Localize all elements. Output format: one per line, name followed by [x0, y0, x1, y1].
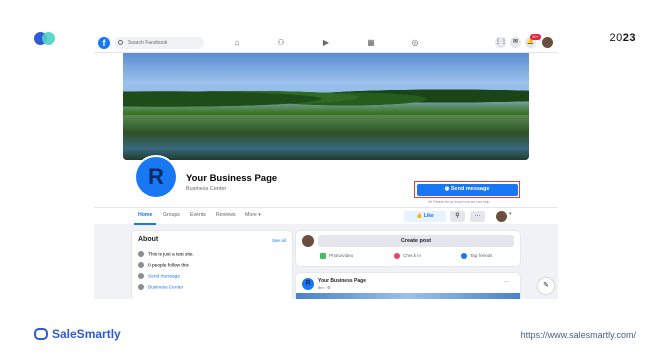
category-icon [138, 284, 144, 290]
active-tab-underline [134, 223, 156, 225]
about-row-text: 0 people follow this [148, 263, 189, 269]
chevron-down-icon[interactable]: ▾ [509, 211, 512, 217]
option-label: Check in [403, 253, 421, 259]
brand-url[interactable]: https://www.salesmartly.com/ [521, 330, 636, 340]
search-page-button[interactable]: ⚲ [450, 211, 465, 222]
home-icon[interactable]: ⌂ [232, 38, 242, 48]
facebook-top-bar: f Search Facebook ⌂ ⚇ ▶ ▦ ◎ ⋮⋮ ✉ 🔔 20+ [94, 33, 558, 53]
about-row-description: This is just a test site. [138, 251, 288, 260]
like-label: Like [423, 213, 434, 219]
acting-as-avatar[interactable] [496, 211, 507, 222]
page-tabs: Home Groups Events Reviews More ▾ 👍 Like… [94, 207, 558, 225]
profile-letter: R [136, 157, 176, 197]
post-more-icon[interactable]: ··· [504, 279, 510, 285]
about-row-text: Send message [148, 274, 180, 280]
about-row-text: This is just a test site. [148, 252, 194, 258]
salesmartly-dots-logo [34, 32, 56, 46]
cover-area [94, 53, 558, 161]
tab-events[interactable]: Events [190, 212, 206, 218]
post-card: R Your Business Page 5m · ⚙ ··· [296, 273, 520, 299]
post-author[interactable]: Your Business Page [318, 278, 366, 284]
more-options-button[interactable]: ··· [470, 211, 485, 222]
about-row-followers: 0 people follow this [138, 262, 288, 271]
brand-name: SaleSmartly [52, 327, 121, 341]
thumbs-up-icon: 👍 [416, 213, 424, 219]
photo-video-option[interactable]: Photo/video [320, 253, 353, 259]
search-input[interactable]: Search Facebook [114, 37, 204, 49]
create-post-card: Create post Photo/video Check in Tag fri… [296, 231, 520, 266]
see-all-link[interactable]: See all [272, 238, 286, 243]
account-avatar[interactable] [542, 37, 553, 48]
marketplace-icon[interactable]: ▦ [366, 38, 376, 48]
tab-more[interactable]: More ▾ [245, 212, 261, 218]
tag-friends-option[interactable]: Tag friends [461, 253, 492, 259]
messenger-icon[interactable]: ✉ [510, 37, 521, 48]
location-pin-icon [394, 253, 400, 259]
tab-reviews[interactable]: Reviews [216, 212, 236, 218]
year-label: 2023 [610, 32, 637, 44]
search-icon [118, 40, 123, 45]
photo-icon [320, 253, 326, 259]
facebook-page-screenshot: f Search Facebook ⌂ ⚇ ▶ ▦ ◎ ⋮⋮ ✉ 🔔 20+ R… [94, 33, 558, 299]
messenger-icon [138, 273, 144, 279]
composer-avatar [302, 235, 314, 247]
logo-dot-teal [42, 32, 55, 45]
post-image [296, 293, 520, 299]
cover-trees [123, 81, 529, 111]
option-label: Photo/video [329, 253, 354, 259]
send-message-highlight: ◉ Send message [414, 181, 520, 198]
salesmartly-chat-icon [34, 328, 48, 340]
tab-groups[interactable]: Groups [163, 212, 180, 218]
menu-grid-icon[interactable]: ⋮⋮ [495, 37, 507, 48]
search-placeholder: Search Facebook [128, 40, 168, 46]
page-title: Your Business Page [186, 173, 278, 184]
post-timestamp: 5m · ⚙ [318, 285, 331, 290]
page-category: Business Center [186, 186, 227, 192]
tab-home[interactable]: Home [138, 212, 152, 218]
about-card: About See all This is just a test site. … [132, 231, 292, 299]
info-icon [138, 251, 144, 257]
create-post-button[interactable]: Create post [318, 235, 514, 247]
search-icon: ⚲ [455, 213, 460, 219]
edit-page-icon[interactable]: ✎ [538, 278, 554, 294]
cover-photo [123, 53, 529, 160]
facebook-logo-icon[interactable]: f [98, 37, 110, 49]
tag-friends-icon [461, 253, 467, 259]
post-avatar: R [302, 278, 314, 290]
option-label: Tag friends [470, 253, 493, 259]
ellipsis-icon: ··· [474, 213, 481, 219]
about-row-send-message[interactable]: Send message [138, 273, 288, 282]
year-suffix: 23 [622, 32, 636, 44]
like-button[interactable]: 👍 Like [404, 211, 446, 222]
send-message-button[interactable]: ◉ Send message [416, 183, 518, 196]
page-profile-picture[interactable]: R [134, 155, 178, 199]
followers-icon [138, 262, 144, 268]
gaming-icon[interactable]: ◎ [410, 38, 420, 48]
about-row-text: Business Center [148, 285, 184, 291]
send-message-label: Send message [450, 185, 490, 192]
notification-badge: 20+ [530, 34, 541, 40]
about-title: About [138, 236, 159, 243]
check-in-option[interactable]: Check in [394, 253, 421, 259]
watch-icon[interactable]: ▶ [321, 38, 331, 48]
about-row-category[interactable]: Business Center [138, 284, 288, 293]
friends-icon[interactable]: ⚇ [276, 38, 286, 48]
year-prefix: 20 [609, 32, 623, 44]
cover-water-reflection [123, 115, 529, 160]
send-message-hint: Hi! Please let us know how we can help. [428, 200, 491, 204]
